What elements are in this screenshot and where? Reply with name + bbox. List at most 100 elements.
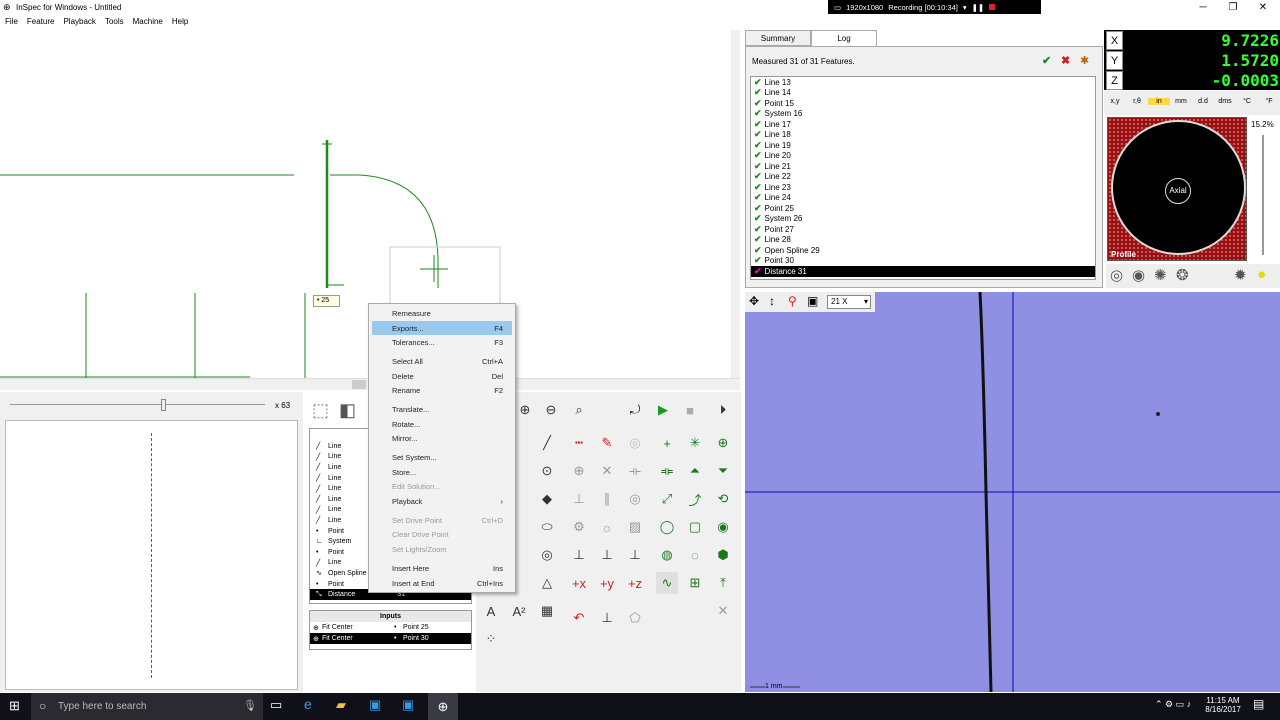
run-from-icon[interactable]: ⤾ — [624, 399, 646, 421]
light-off-icon[interactable]: ✹ — [1234, 266, 1247, 284]
unit-celsius[interactable]: °C — [1236, 98, 1258, 105]
maximize-button[interactable]: ❐ — [1218, 2, 1248, 13]
input-row[interactable]: ⊕ Fit Center • Point 30 — [310, 633, 471, 644]
midpoint-icon[interactable]: ⟛ — [624, 460, 646, 482]
store-icon[interactable]: ▣ — [369, 697, 381, 713]
log-row[interactable]: ✔ Point 15 — [751, 98, 1095, 109]
move-icon[interactable]: ⤒ — [712, 572, 734, 594]
dropdown-icon[interactable]: ▾ — [963, 3, 967, 12]
x-icon[interactable]: ✕ — [596, 460, 618, 482]
quadrant-icon[interactable]: ◉ — [1132, 266, 1145, 284]
light-control[interactable]: Axial Profile — [1107, 117, 1247, 261]
menu-item-rotate[interactable]: Rotate... — [369, 417, 515, 432]
menu-item-set-system[interactable]: Set System... — [369, 450, 515, 465]
tab-summary[interactable]: Summary — [745, 30, 811, 46]
clear-icon[interactable]: ✕ — [712, 600, 734, 622]
menu-item-rename[interactable]: Rename F2 — [369, 383, 515, 398]
sector-icon[interactable]: ❂ — [1176, 266, 1189, 284]
grid-icon[interactable]: ⊞ — [684, 572, 706, 594]
gear-icon[interactable]: ⚙ — [568, 516, 590, 538]
perpendicular-icon[interactable]: ⊥ — [568, 488, 590, 510]
menu-item-insert-at-end[interactable]: Insert at End Ctrl+Ins — [369, 576, 515, 591]
spline-icon[interactable]: ∿ — [656, 572, 678, 594]
log-row[interactable]: ✔ Line 22 — [751, 171, 1095, 183]
clock[interactable]: 11:15 AM 8/16/2017 — [1200, 696, 1246, 714]
profile-view[interactable] — [5, 420, 298, 690]
menu-item-tolerances[interactable]: Tolerances... F3 — [369, 335, 515, 350]
tab-log[interactable]: Log — [811, 30, 877, 46]
log-row[interactable]: ✔ Line 19 — [751, 140, 1095, 151]
auto-icon[interactable]: ◎ — [624, 432, 646, 454]
menu-item-select-all[interactable]: Select All Ctrl+A — [369, 354, 515, 369]
cone-icon[interactable]: △ — [536, 572, 558, 594]
inspec-taskbar-icon[interactable]: ⊕ — [428, 693, 458, 720]
log-row[interactable]: ✔ Line 17 — [751, 119, 1095, 130]
datum-icon[interactable]: ⊥ — [596, 607, 618, 629]
wireframe-cube-icon[interactable]: ⬚ — [312, 400, 329, 421]
x-axis-align-icon[interactable]: ⊥ — [568, 544, 590, 566]
y-plus-icon[interactable]: +y — [596, 572, 618, 594]
unit-decimal-degrees[interactable]: d.d — [1192, 98, 1214, 105]
torus-icon[interactable]: ◎ — [536, 544, 558, 566]
taskbar-search[interactable]: ○ Type here to search 🎙 — [31, 693, 263, 720]
menu-item-exports[interactable]: Exports... F4 — [372, 320, 512, 336]
menu-tools[interactable]: Tools — [100, 15, 128, 26]
zoom-select[interactable]: 21 X ▾ — [827, 295, 871, 309]
ellipse-icon[interactable]: ⊙ — [536, 460, 558, 482]
unit-cartesian[interactable]: x,y — [1104, 98, 1126, 105]
notification-icon[interactable]: ▤ — [1253, 697, 1264, 711]
unit-mm[interactable]: mm — [1170, 98, 1192, 105]
unit-dms[interactable]: dms — [1214, 98, 1236, 105]
dashed-line-icon[interactable]: ┅ — [568, 432, 590, 454]
sun-icon[interactable]: ☼ — [596, 516, 618, 538]
shape-icon[interactable]: ⬠ — [624, 607, 646, 629]
log-row[interactable]: ✔ Point 30 — [751, 255, 1095, 267]
play-icon[interactable]: ▶ — [652, 399, 674, 421]
log-row[interactable]: ✔ Open Spline 29 — [751, 245, 1095, 256]
text-icon[interactable]: A — [480, 600, 502, 622]
ring-pattern-icon[interactable]: ◎ — [1110, 266, 1123, 284]
input-row[interactable]: ⊕ Fit Center • Point 25 — [310, 622, 471, 633]
menu-item-remeasure[interactable]: Remeasure — [369, 306, 515, 321]
menu-help[interactable]: Help — [167, 15, 192, 26]
task-view-icon[interactable]: ▭ — [270, 697, 282, 713]
circle-crosshair-icon[interactable]: ⊕ — [568, 460, 590, 482]
folder-icon[interactable]: ▰ — [336, 697, 346, 713]
zoom-out-icon[interactable]: ⊖ — [540, 399, 562, 421]
log-row[interactable]: ✔ Line 20 — [751, 150, 1095, 162]
unit-polar[interactable]: r,θ — [1126, 98, 1148, 105]
stop-icon[interactable]: ■ — [679, 399, 701, 421]
log-row[interactable]: ✔ System 16 — [751, 108, 1095, 120]
cloud-icon[interactable]: ⬢ — [712, 544, 734, 566]
parallel-icon[interactable]: ∥ — [596, 488, 618, 510]
x-plus-icon[interactable]: +x — [568, 572, 590, 594]
distance-icon[interactable]: ⤢ — [656, 488, 678, 510]
edge-icon[interactable]: e — [304, 696, 312, 712]
line-tool-icon[interactable]: ╱ — [536, 432, 558, 454]
log-row[interactable]: ✔ Line 14 — [751, 87, 1095, 99]
circle-target-icon[interactable]: ⊕ — [712, 432, 734, 454]
log-row[interactable]: ✔ Line 13 — [751, 77, 1095, 88]
minimize-button[interactable]: ─ — [1188, 2, 1218, 13]
menu-feature[interactable]: Feature — [22, 15, 59, 26]
zoom-slider-thumb[interactable] — [161, 399, 166, 411]
log-row[interactable]: ✔ System 26 — [751, 213, 1095, 225]
menu-item-insert-here[interactable]: Insert Here Ins — [369, 561, 515, 576]
unit-fahrenheit[interactable]: °F — [1258, 98, 1280, 105]
light-on-icon[interactable]: ● — [1257, 266, 1266, 283]
accept-icon[interactable]: ✔ — [1042, 54, 1051, 67]
z-axis-align-icon[interactable]: ⊥ — [624, 544, 646, 566]
curve-icon[interactable]: ⤴ — [684, 488, 706, 510]
close-button[interactable]: ✕ — [1248, 2, 1278, 13]
blob-icon[interactable]: ◌ — [684, 544, 706, 566]
edge-probe-icon[interactable]: ✎ — [596, 432, 618, 454]
crosshair-icon[interactable]: + — [656, 432, 678, 454]
app-icon-2[interactable]: ▣ — [402, 697, 414, 713]
z-plus-icon[interactable]: +z — [624, 572, 646, 594]
solid-cube-icon[interactable]: ◧ — [339, 400, 356, 421]
menu-item-playback[interactable]: Playback › — [369, 494, 515, 509]
log-list[interactable]: ✔ Line 13 ✔ Line 14 ✔ Point 15 ✔ System 16 ✔ Line… — [750, 76, 1096, 280]
microphone-icon[interactable]: 🎙 — [243, 693, 257, 720]
log-row[interactable]: ✔ Distance 31 — [751, 266, 1095, 277]
reject-icon[interactable]: ✖ — [1061, 54, 1070, 67]
